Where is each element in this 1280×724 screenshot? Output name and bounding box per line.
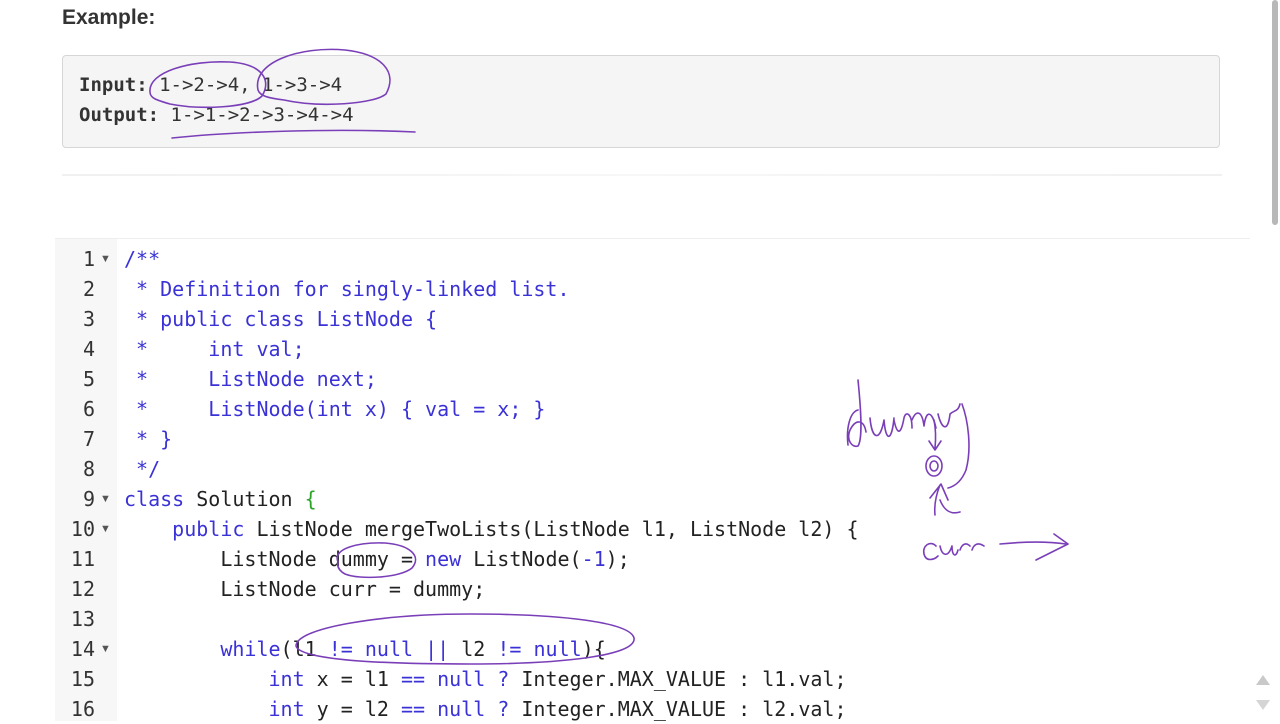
input-value: 1->2->4, 1->3->4 [147,74,343,96]
input-label: Input: [79,74,148,96]
fold-arrow-icon[interactable]: ▼ [100,514,111,544]
line-number: 11 [70,547,95,571]
line-number: 2 [82,277,95,301]
code-text: * ListNode next; [124,367,377,391]
output-value: 1->1->2->3->4->4 [159,104,354,126]
code-text: * ListNode(int x) { val = x; } [124,397,546,421]
line-number: 3 [82,307,95,331]
section-divider [62,174,1222,176]
example-heading: Example: [62,6,156,29]
code-text: ListNode curr = dummy; [124,577,486,601]
code-line-5: 5 * ListNode next; [55,364,1250,394]
output-label: Output: [79,104,160,126]
line-number: 1 [82,247,95,271]
page-scrollbar[interactable] [1272,0,1278,225]
code-line-4: 4 * int val; [55,334,1250,364]
code-line-12: 12 ListNode curr = dummy; [55,574,1250,604]
line-number: 5 [82,367,95,391]
code-line-6: 6 * ListNode(int x) { val = x; } [55,394,1250,424]
line-number: 13 [70,607,95,631]
code-line-1: 1 ▼ /** [55,244,1250,274]
example-input-line: Input: 1->2->4, 1->3->4 [79,74,342,96]
code-text: /** [124,247,161,271]
fold-arrow-icon[interactable]: ▼ [100,244,111,274]
code-line-2: 2 * Definition for singly-linked list. [55,274,1250,304]
line-number: 8 [82,457,95,481]
code-line-15: 15 int x = l1 == null ? Integer.MAX_VALU… [55,664,1250,694]
code-line-7: 7 * } [55,424,1250,454]
example-output-line: Output: 1->1->2->3->4->4 [79,104,354,126]
code-text: * int val; [124,337,305,361]
code-text: */ [124,457,161,481]
code-line-11: 11 ListNode dummy = new ListNode(-1); [55,544,1250,574]
code-line-14: 14 ▼ while(l1 != null || l2 != null){ [55,634,1250,664]
line-number: 10 [70,517,95,541]
line-number: 7 [82,427,95,451]
line-number: 9 [82,487,95,511]
line-number: 15 [70,667,95,691]
code-text: * } [124,427,173,451]
example-box: Input: 1->2->4, 1->3->4 Output: 1->1->2-… [62,55,1220,148]
line-number: 14 [70,637,95,661]
code-text: class Solution { [124,487,317,511]
line-number: 6 [82,397,95,421]
code-text: * public class ListNode { [124,307,438,331]
line-number: 4 [82,337,95,361]
scroll-down-arrow-icon[interactable] [1256,700,1270,710]
code-text: public ListNode mergeTwoLists(ListNode l… [124,517,859,541]
code-line-3: 3 * public class ListNode { [55,304,1250,334]
code-editor[interactable]: 1 ▼ /** 2 * Definition for singly-linked… [55,238,1250,721]
fold-arrow-icon[interactable]: ▼ [100,484,111,514]
code-line-10: 10 ▼ public ListNode mergeTwoLists(ListN… [55,514,1250,544]
code-line-8: 8 */ [55,454,1250,484]
code-line-9: 9 ▼ class Solution { [55,484,1250,514]
code-line-13: 13 [55,604,1250,634]
line-number: 12 [70,577,95,601]
code-text: * Definition for singly-linked list. [124,277,570,301]
code-text: int x = l1 == null ? Integer.MAX_VALUE :… [124,667,847,691]
scroll-up-arrow-icon[interactable] [1256,675,1270,685]
code-text: while(l1 != null || l2 != null){ [124,637,606,661]
code-text: ListNode dummy = new ListNode(-1); [124,547,630,571]
fold-arrow-icon[interactable]: ▼ [100,634,111,664]
